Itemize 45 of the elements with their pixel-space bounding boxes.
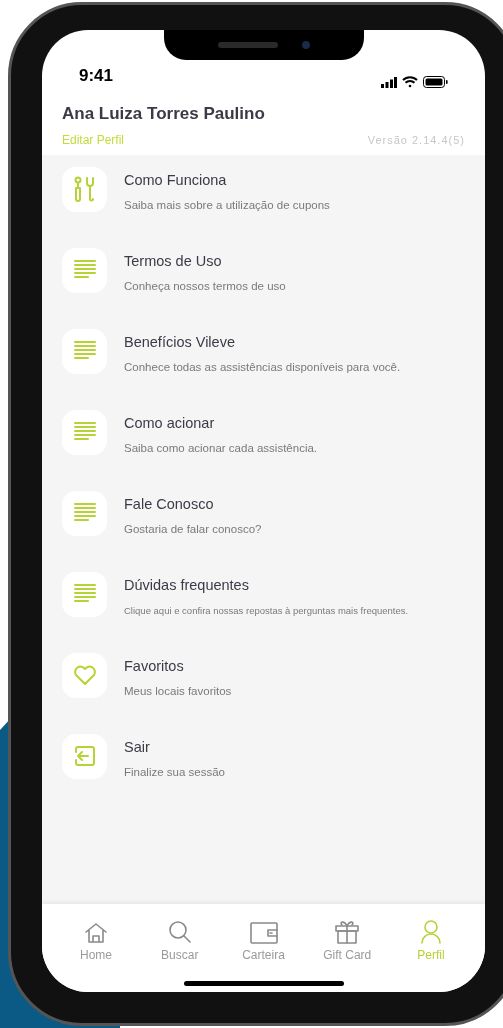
menu-item-subtitle: Clique aqui e confira nossas repostas à perguntas mais frequentes. [124, 604, 409, 619]
menu-item-subtitle: Meus locais favoritos [124, 684, 232, 700]
menu-item[interactable]: Benefícios Vileve Conhece todas as assistências disponíveis para você. [42, 328, 485, 410]
menu-item-subtitle: Conhece todas as assistências disponíveis para você. [124, 360, 401, 376]
heart-icon [72, 664, 97, 686]
menu-item[interactable]: Fale Conosco Gostaria de falar conosco? [42, 490, 485, 572]
version-label: Versão 2.14.4(5) [367, 133, 465, 148]
wifi-icon [402, 76, 418, 88]
text-lines-icon [73, 502, 96, 524]
menu-item[interactable]: Como Funciona Saiba mais sobre a utilização de cupons [42, 166, 485, 248]
battery-icon [423, 76, 448, 88]
menu-item[interactable]: Favoritos Meus locais favoritos [42, 652, 485, 734]
menu-item-title: Fale Conosco [124, 494, 215, 514]
menu-item-title: Benefícios Vileve [124, 332, 236, 352]
logout-icon [72, 744, 97, 768]
profile-name: Ana Luiza Torres Paulino [62, 103, 266, 125]
status-time: 9:41 [79, 64, 114, 87]
menu-item-title: Favoritos [124, 656, 185, 676]
menu-item-title: Sair [124, 737, 151, 757]
text-lines-icon [73, 421, 96, 443]
signal-icon [381, 76, 397, 88]
speaker-grille [217, 42, 278, 48]
menu-item-subtitle: Finalize sua sessão [124, 765, 225, 781]
user-icon [421, 920, 441, 944]
text-lines-icon [73, 259, 96, 281]
menu-item-subtitle: Saiba mais sobre a utilização de cupons [124, 198, 330, 214]
menu-item-title: Como acionar [124, 413, 216, 433]
wallet-icon [249, 922, 278, 944]
text-lines-icon [73, 583, 96, 605]
gift-icon [334, 918, 361, 944]
menu-item-subtitle: Conheça nossos termos de uso [124, 279, 286, 295]
tools-icon [72, 176, 97, 202]
menu-item-subtitle: Saiba como acionar cada assistência. [124, 441, 318, 457]
home-icon [84, 922, 108, 944]
menu-item-title: Termos de Uso [124, 251, 223, 271]
menu-item[interactable]: Termos de Uso Conheça nossos termos de uso [42, 247, 485, 329]
menu-item-subtitle: Gostaria de falar conosco? [124, 522, 262, 538]
menu-item-title: Como Funciona [124, 170, 228, 190]
camera-lens [301, 41, 310, 49]
menu-item-title: Dúvidas frequentes [124, 575, 250, 595]
menu-item[interactable]: Sair Finalize sua sessão [42, 733, 485, 815]
menu-item[interactable]: Dúvidas frequentes Clique aqui e confira nossas repostas à perguntas mais frequentes. [42, 571, 485, 653]
text-lines-icon [73, 340, 96, 362]
menu-item[interactable]: Como acionar Saiba como acionar cada assistência. [42, 409, 485, 491]
search-icon [167, 920, 192, 944]
